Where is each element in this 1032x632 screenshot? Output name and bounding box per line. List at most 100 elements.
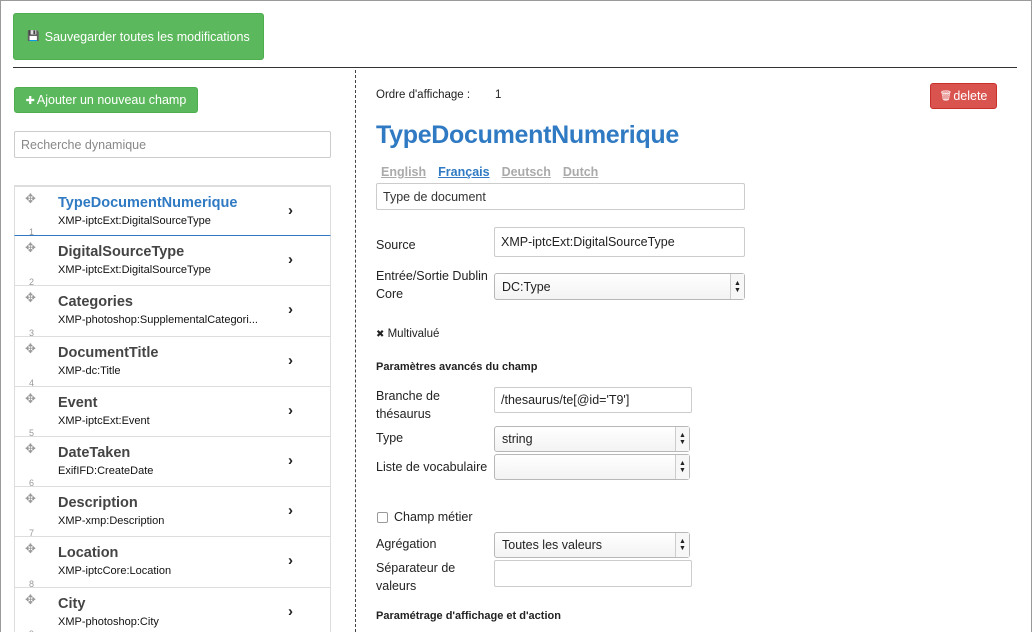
search-input[interactable] (14, 131, 331, 158)
field-list-item[interactable]: ✥ 8 Location XMP-iptcCore:Location › (14, 537, 331, 589)
floppy-disk-icon: 💾 (27, 31, 40, 42)
tab-francais[interactable]: Français (438, 165, 489, 179)
drag-handle-icon[interactable]: ✥ (25, 392, 36, 405)
dublin-core-label-line2: Core (376, 287, 404, 301)
business-field-label: Champ métier (394, 510, 473, 524)
field-source: XMP-iptcExt:DigitalSourceType (58, 264, 211, 277)
field-name: Event (58, 394, 98, 411)
source-input[interactable]: XMP-iptcExt:DigitalSourceType (494, 227, 745, 257)
drag-handle-icon[interactable]: ✥ (25, 542, 36, 555)
chevron-right-icon: › (288, 602, 293, 620)
header-divider (13, 67, 1017, 68)
separator-label-line1: Séparateur de (376, 561, 456, 575)
advanced-heading: Paramètres avancés du champ (376, 361, 538, 373)
chevron-right-icon: › (288, 251, 293, 269)
field-name: DigitalSourceType (58, 244, 185, 261)
chevron-right-icon: › (288, 401, 293, 419)
tab-english[interactable]: English (381, 165, 426, 179)
drag-handle-icon[interactable]: ✥ (25, 442, 36, 455)
field-list-item[interactable]: ✥ 7 Description XMP-xmp:Description › (14, 487, 331, 538)
source-label: Source (376, 238, 416, 252)
aggregation-value: Toutes les valeurs (502, 538, 603, 552)
thesaurus-label: Branche de thésaurus (376, 387, 440, 423)
order-label: Ordre d'affichage : (376, 89, 471, 101)
language-tabs: English Français Deutsch Dutch (381, 165, 598, 179)
field-source: XMP-photoshop:SupplementalCategori... (58, 314, 258, 327)
field-list-item[interactable]: ✥ 1 TypeDocumentNumerique XMP-iptcExt:Digit… (14, 186, 331, 237)
vocabulary-label: Liste de vocabulaire (376, 460, 488, 474)
delete-button[interactable]: 🗑 delete (930, 83, 997, 109)
field-source: XMP-iptcCore:Location (58, 565, 172, 578)
save-all-label: Sauvegarder toutes les modifications (44, 29, 250, 44)
thesaurus-input-value: /thesaurus/te[@id='T9'] (501, 393, 630, 407)
plus-icon: ✚ (25, 94, 35, 107)
field-name: DateTaken (58, 444, 131, 461)
drag-handle-icon[interactable]: ✥ (25, 342, 36, 355)
chevron-right-icon: › (288, 451, 293, 469)
drag-handle-icon[interactable]: ✥ (25, 241, 36, 254)
business-field-checkbox[interactable] (377, 512, 388, 523)
chevron-right-icon: › (288, 202, 293, 219)
dropdown-arrow-icon: ▲ ▼ (730, 274, 744, 299)
dublin-core-label: Entrée/Sortie Dublin Core (376, 267, 488, 303)
drag-handle-icon[interactable]: ✥ (25, 593, 36, 606)
field-source: XMP-photoshop:City (58, 615, 159, 628)
separator-label: Séparateur de valeurs (376, 559, 455, 595)
field-title: TypeDocumentNumerique (376, 121, 680, 149)
field-source: XMP-iptcExt:Event (58, 414, 150, 427)
vocabulary-select[interactable]: ▲ ▼ (494, 454, 690, 480)
type-value: string (502, 432, 533, 446)
dublin-core-value: DC:Type (502, 279, 551, 294)
multivalue-label: Multivalué (387, 328, 440, 340)
thesaurus-label-line1: Branche de (376, 389, 440, 403)
type-label: Type (376, 431, 404, 445)
drag-handle-icon[interactable]: ✥ (25, 291, 36, 304)
multivalue-toggle[interactable]: ✖ Multivalué (376, 325, 439, 344)
cross-icon: ✖ (376, 329, 385, 340)
label-input[interactable]: Type de document (376, 183, 745, 210)
dropdown-arrow-icon: ▲ ▼ (675, 455, 689, 479)
add-field-button[interactable]: ✚ Ajouter un nouveau champ (14, 87, 198, 113)
chevron-right-icon: › (288, 301, 293, 319)
aggregation-select[interactable]: Toutes les valeurs ▲ ▼ (494, 532, 690, 558)
field-list-item[interactable]: ✥ 2 DigitalSourceType XMP-iptcExt:DigitalSo… (14, 236, 331, 287)
separator-label-line2: valeurs (376, 579, 417, 593)
field-list-item[interactable]: ✥ 5 Event XMP-iptcExt:Event › (14, 386, 331, 438)
field-source: ExifIFD:CreateDate (58, 464, 154, 477)
field-source: XMP-dc:Title (58, 364, 121, 377)
panel-divider (355, 70, 356, 632)
field-name: Location (58, 545, 119, 562)
thesaurus-input[interactable]: /thesaurus/te[@id='T9'] (494, 387, 692, 413)
field-name: Categories (58, 294, 133, 311)
tab-dutch[interactable]: Dutch (563, 165, 598, 179)
drag-handle-icon[interactable]: ✥ (25, 492, 36, 505)
separator-input[interactable] (494, 560, 692, 587)
field-name: DocumentTitle (58, 344, 159, 361)
tab-deutsch[interactable]: Deutsch (502, 165, 551, 179)
label-input-value: Type de document (383, 189, 486, 204)
field-list-item[interactable]: ✥ 4 DocumentTitle XMP-dc:Title › (14, 336, 331, 388)
field-source: XMP-xmp:Description (58, 515, 165, 528)
aggregation-label: Agrégation (376, 537, 437, 551)
field-list-item[interactable]: ✥ 3 Categories XMP-photoshop:SupplementalCa… (14, 286, 331, 338)
dublin-core-select[interactable]: DC:Type ▲ ▼ (494, 273, 745, 300)
thesaurus-label-line2: thésaurus (376, 407, 431, 421)
delete-label: delete (953, 89, 988, 103)
source-input-value: XMP-iptcExt:DigitalSourceType (501, 235, 675, 249)
add-field-label: Ajouter un nouveau champ (36, 93, 187, 107)
field-list-item[interactable]: ✥9CityXMP-photoshop:City› (14, 587, 331, 632)
chevron-right-icon: › (288, 552, 293, 570)
save-all-button[interactable]: 💾 Sauvegarder toutes les modifications (13, 13, 264, 60)
type-select[interactable]: string ▲ ▼ (494, 426, 690, 452)
chevron-right-icon: › (288, 502, 293, 520)
dropdown-arrow-icon: ▲ ▼ (675, 533, 689, 557)
chevron-right-icon: › (288, 351, 293, 369)
display-heading: Paramétrage d'affichage et d'action (376, 610, 561, 622)
order-value: 1 (495, 89, 502, 101)
drag-handle-icon[interactable]: ✥ (25, 192, 36, 205)
field-name: TypeDocumentNumerique (58, 195, 238, 211)
field-list-item[interactable]: ✥ 6 DateTaken ExifIFD:CreateDate › (14, 436, 331, 488)
field-name: City (58, 595, 86, 612)
dropdown-arrow-icon: ▲ ▼ (675, 427, 689, 451)
field-source: XMP-iptcExt:DigitalSourceType (58, 215, 211, 227)
